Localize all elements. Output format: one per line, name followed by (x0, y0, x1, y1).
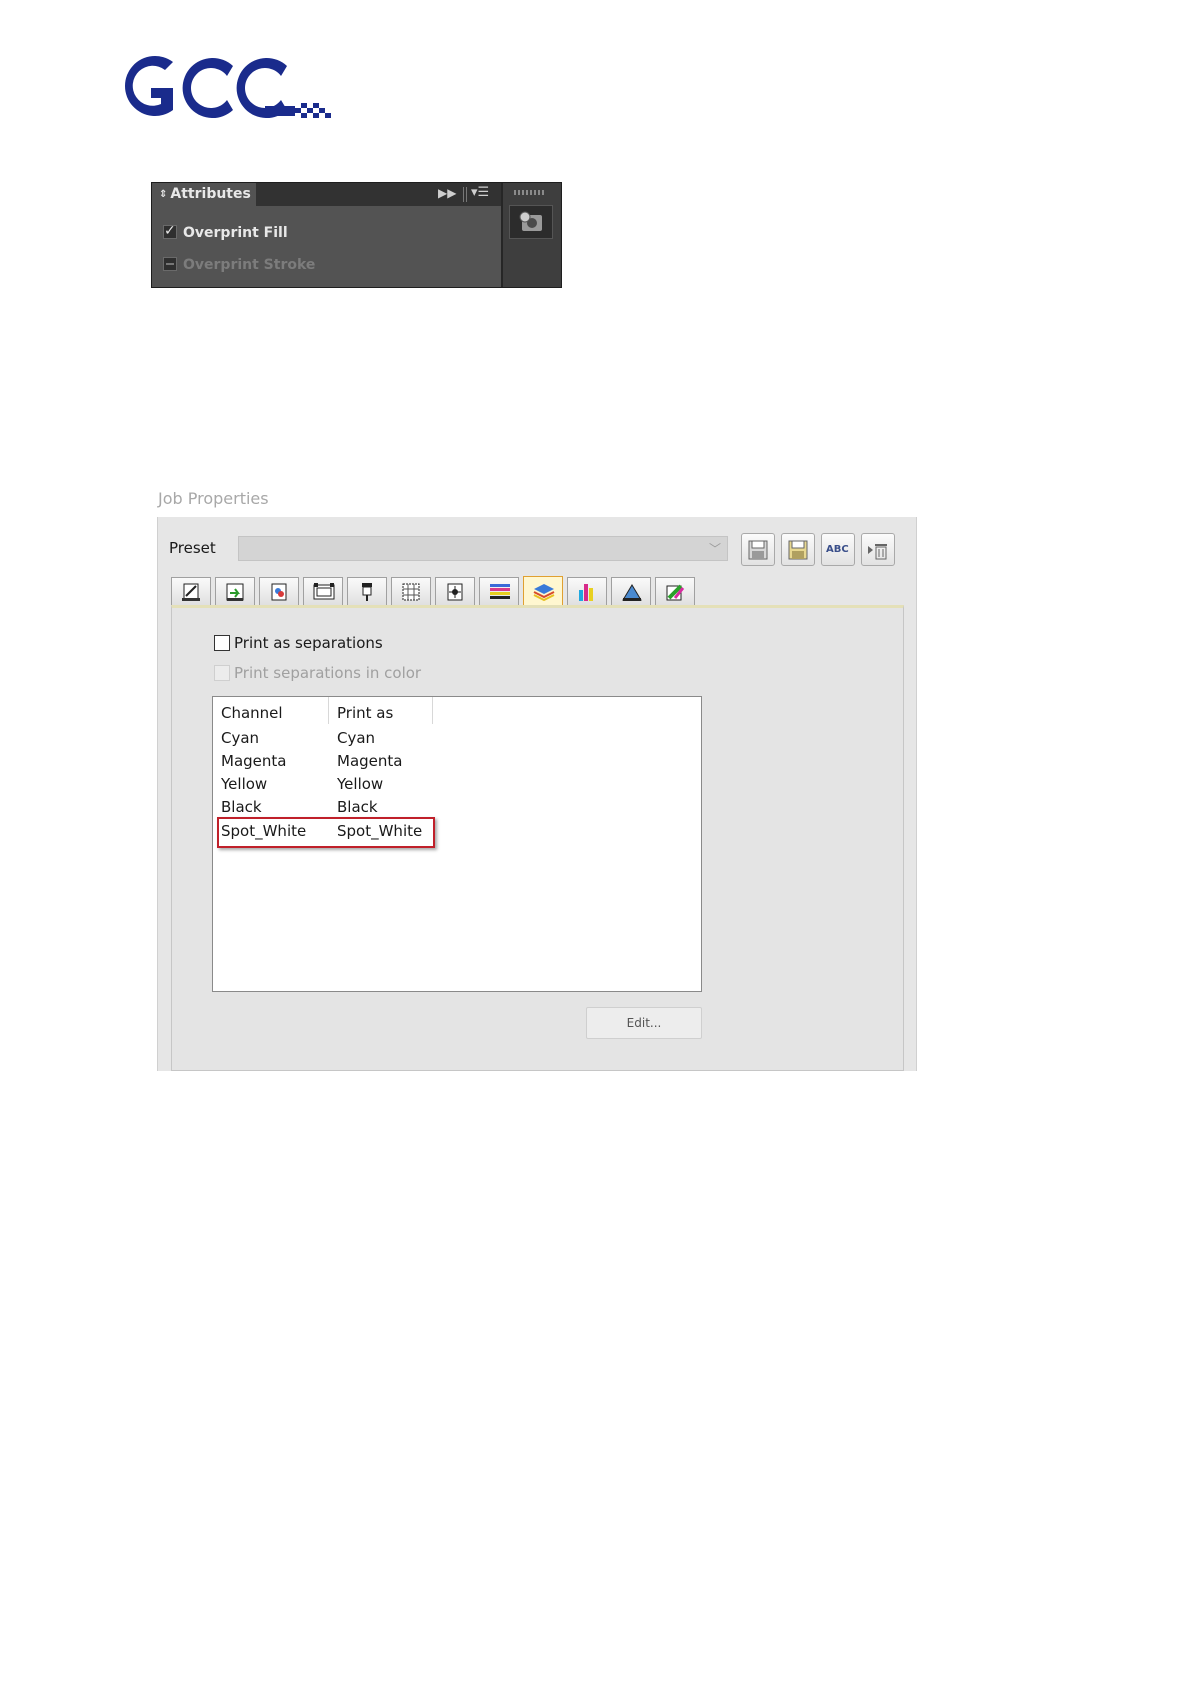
separations-tab-content: Print as separations Print separations i… (171, 605, 904, 1071)
gcc-logo (115, 52, 335, 124)
tab-layout[interactable] (215, 577, 255, 605)
separations-icon (533, 584, 555, 601)
expand-arrows-icon: ⇕ (159, 189, 168, 200)
job-properties-window: Preset ﹀ ABC Print as separations Print … (157, 517, 917, 1071)
panel-menu-icon[interactable]: ▾☰ (471, 185, 489, 200)
dock-grip-handle[interactable] (514, 190, 546, 195)
overprint-fill-option[interactable]: ✓ Overprint Fill (163, 223, 288, 243)
ink-icon (579, 584, 593, 601)
marks-icon (447, 583, 463, 601)
rename-icon: ABC (826, 544, 849, 555)
attributes-tab-bar: ⇕ Attributes ▶▶ ▾☰ (152, 183, 501, 206)
channel-list[interactable]: Channel Print as Cyan Cyan Magenta Magen… (212, 696, 702, 992)
print-as-separations-option[interactable]: Print as separations (214, 634, 383, 652)
tab-separations[interactable] (523, 576, 563, 606)
preset-dropdown[interactable]: ﹀ (238, 536, 728, 561)
tab-color[interactable] (259, 577, 299, 605)
spot-white-highlight-box (217, 817, 435, 848)
tab-grid[interactable] (391, 577, 431, 605)
dash-icon (166, 263, 174, 265)
column-divider[interactable] (432, 697, 433, 724)
attributes-panel-icon (519, 211, 542, 231)
printer-icon (362, 583, 372, 601)
preset-label: Preset (169, 539, 216, 557)
save-preset-button[interactable] (741, 533, 775, 566)
column-divider[interactable] (328, 697, 329, 724)
panel-separator (463, 187, 467, 202)
overprint-fill-label: Overprint Fill (183, 225, 288, 241)
tab-media[interactable] (303, 577, 343, 605)
attributes-tab[interactable]: ⇕ Attributes (152, 183, 256, 206)
rename-preset-button[interactable]: ABC (821, 533, 855, 566)
column-header-print-as[interactable]: Print as (337, 704, 393, 722)
save-icon (748, 540, 768, 560)
grid-icon (402, 583, 420, 601)
cut-icon (622, 584, 642, 601)
attributes-panel: ⇕ Attributes ▶▶ ▾☰ ✓ Overprint Fill Overpr… (151, 182, 562, 288)
tab-cut[interactable] (611, 577, 651, 605)
tab-layers[interactable] (479, 577, 519, 605)
print-as-cell[interactable]: Cyan (337, 729, 375, 747)
attributes-dock-button[interactable] (509, 205, 553, 239)
color-picker-icon (666, 584, 685, 601)
attributes-panel-body: ⇕ Attributes ▶▶ ▾☰ ✓ Overprint Fill Overpr… (152, 183, 501, 287)
media-icon (313, 583, 335, 600)
tab-page-setup[interactable] (171, 577, 211, 605)
print-as-cell[interactable]: Black (337, 798, 378, 816)
layout-icon (226, 583, 244, 601)
column-header-channel[interactable]: Channel (221, 704, 283, 722)
job-properties-title: Job Properties (158, 489, 269, 508)
print-as-separations-label: Print as separations (234, 634, 383, 652)
attributes-tab-label: Attributes (170, 186, 251, 202)
overprint-stroke-label: Overprint Stroke (183, 257, 316, 273)
checkmark-icon: ✓ (164, 223, 176, 239)
save-as-preset-button[interactable] (781, 533, 815, 566)
save-as-icon (788, 540, 808, 560)
overprint-fill-checkbox[interactable]: ✓ (163, 223, 177, 239)
channel-cell[interactable]: Yellow (221, 775, 267, 793)
channel-cell[interactable]: Magenta (221, 752, 286, 770)
tab-ink[interactable] (567, 577, 607, 605)
tab-marks[interactable] (435, 577, 475, 605)
chevron-down-icon: ﹀ (708, 542, 721, 556)
tab-printer[interactable] (347, 577, 387, 605)
layers-icon (490, 584, 510, 599)
print-as-separations-checkbox[interactable] (214, 635, 230, 651)
print-separations-in-color-label: Print separations in color (234, 664, 422, 682)
print-as-cell[interactable]: Yellow (337, 775, 383, 793)
collapse-panel-icon[interactable]: ▶▶ (438, 186, 456, 200)
page-setup-icon (182, 583, 200, 601)
print-separations-in-color-option: Print separations in color (214, 664, 421, 682)
tab-color-picker[interactable] (655, 577, 695, 605)
delete-preset-button[interactable] (861, 533, 895, 566)
panel-dock-strip (501, 183, 561, 287)
overprint-stroke-option: Overprint Stroke (163, 255, 315, 275)
print-as-cell[interactable]: Magenta (337, 752, 402, 770)
edit-button[interactable]: Edit... (586, 1007, 702, 1039)
color-icon (271, 583, 287, 601)
delete-icon (868, 544, 887, 560)
channel-cell[interactable]: Cyan (221, 729, 259, 747)
overprint-stroke-checkbox (163, 257, 177, 271)
channel-cell[interactable]: Black (221, 798, 262, 816)
print-separations-in-color-checkbox (214, 665, 230, 681)
